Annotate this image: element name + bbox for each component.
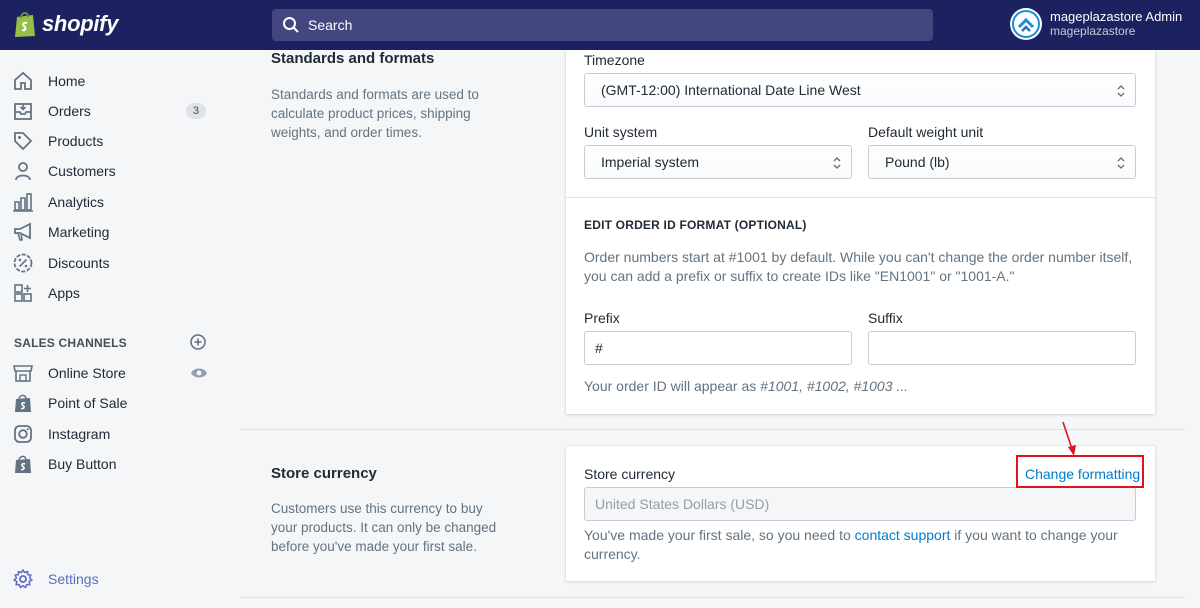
home-icon <box>12 70 34 92</box>
select-arrows-icon <box>833 157 841 169</box>
prefix-input[interactable] <box>584 331 852 365</box>
order-id-help-text: Order numbers start at #1001 by default.… <box>584 249 1133 284</box>
top-bar: shopify mageplazastore Admin mageplazast… <box>0 0 1200 50</box>
select-arrows-icon <box>1117 85 1125 97</box>
unit-system-select[interactable]: Imperial system <box>584 145 852 179</box>
annotation-arrow-icon <box>1062 421 1076 456</box>
sales-channels-heading: SALES CHANNELS <box>14 336 127 350</box>
unit-system-value: Imperial system <box>601 154 700 170</box>
standards-section-description: Standards and formats are used to calcul… <box>271 87 479 140</box>
store-icon <box>12 362 34 384</box>
eye-icon[interactable] <box>190 364 208 382</box>
sidebar-item-apps[interactable]: Apps <box>12 279 212 307</box>
account-menu[interactable]: mageplazastore Admin mageplazastore <box>1010 8 1182 40</box>
instagram-icon <box>12 423 34 445</box>
tag-icon <box>12 130 34 152</box>
sidebar-item-label: Online Store <box>48 365 126 381</box>
store-currency-input: United States Dollars (USD) <box>584 487 1136 521</box>
sidebar-item-marketing[interactable]: Marketing <box>12 218 212 246</box>
sidebar-item-label: Point of Sale <box>48 395 128 411</box>
sidebar-item-label: Buy Button <box>48 456 117 472</box>
section-divider <box>240 429 1185 430</box>
sidebar-item-label: Marketing <box>48 224 110 240</box>
sidebar-item-orders[interactable]: Orders 3 <box>12 97 212 125</box>
account-store: mageplazastore <box>1050 24 1136 38</box>
sidebar-item-products[interactable]: Products <box>12 127 212 155</box>
order-id-preview: Your order ID will appear as #1001, #100… <box>584 377 908 396</box>
megaphone-icon <box>12 221 34 243</box>
gear-icon <box>12 568 34 590</box>
suffix-label: Suffix <box>868 310 903 326</box>
sidebar-item-settings[interactable]: Settings <box>12 565 212 593</box>
weight-unit-select[interactable]: Pound (lb) <box>868 145 1136 179</box>
sidebar-item-label: Discounts <box>48 255 110 271</box>
sidebar-item-label: Products <box>48 133 104 149</box>
standards-section-title: Standards and formats <box>271 50 435 67</box>
standards-card: Timezone (GMT-12:00) International Date … <box>566 50 1155 414</box>
order-id-format-heading: EDIT ORDER ID FORMAT (OPTIONAL) <box>584 218 807 232</box>
currency-help-before: You've made your first sale, so you need… <box>584 527 855 543</box>
currency-section-description: Customers use this currency to buy your … <box>271 501 497 554</box>
store-logo-icon <box>1012 10 1040 38</box>
order-id-preview-values: #1001, #1002, #1003 ... <box>760 378 909 394</box>
shopping-bag-icon <box>12 392 34 414</box>
card-divider <box>566 197 1155 198</box>
sidebar-item-label: Home <box>48 73 86 89</box>
section-divider <box>240 597 1185 598</box>
apps-icon <box>12 282 34 304</box>
contact-support-link[interactable]: contact support <box>855 527 951 543</box>
brand-name: shopify <box>42 11 119 36</box>
sidebar-item-instagram[interactable]: Instagram <box>12 420 212 448</box>
avatar[interactable] <box>1010 8 1042 40</box>
person-icon <box>12 160 34 182</box>
sidebar-item-online-store[interactable]: Online Store <box>12 359 212 387</box>
bar-chart-icon <box>12 191 34 213</box>
search-input[interactable] <box>308 17 908 33</box>
weight-unit-value: Pound (lb) <box>885 154 950 170</box>
select-arrows-icon <box>1117 157 1125 169</box>
sidebar-item-analytics[interactable]: Analytics <box>12 188 212 216</box>
sidebar-item-point-of-sale[interactable]: Point of Sale <box>12 389 212 417</box>
sidebar-item-buy-button[interactable]: Buy Button <box>12 450 212 478</box>
sidebar-item-label: Analytics <box>48 194 105 210</box>
timezone-label: Timezone <box>584 52 645 68</box>
shopify-bag-icon <box>15 12 35 37</box>
add-circle-icon[interactable] <box>189 333 207 351</box>
sidebar-item-label: Apps <box>48 285 80 301</box>
order-id-preview-label: Your order ID will appear as <box>584 378 761 394</box>
sidebar-item-home[interactable]: Home <box>12 67 212 95</box>
shopping-bag-icon <box>12 453 34 475</box>
sidebar-item-label: Customers <box>48 163 116 179</box>
account-name: mageplazastore Admin <box>1050 9 1183 24</box>
sidebar: Home Orders 3 Products Customers Analyti… <box>0 50 240 608</box>
unit-system-label: Unit system <box>584 124 658 140</box>
sidebar-item-label: Orders <box>48 103 91 119</box>
sidebar-item-label: Settings <box>48 571 99 587</box>
store-currency-label: Store currency <box>584 466 676 482</box>
shopify-logo[interactable]: shopify <box>14 10 118 38</box>
orders-icon <box>12 100 34 122</box>
discount-icon <box>12 252 34 274</box>
search-bar[interactable] <box>272 9 933 41</box>
suffix-input[interactable] <box>868 331 1136 365</box>
currency-section-title: Store currency <box>271 465 377 482</box>
orders-count-badge: 3 <box>185 103 206 119</box>
store-currency-value: United States Dollars (USD) <box>595 496 770 512</box>
sidebar-item-customers[interactable]: Customers <box>12 157 212 185</box>
timezone-value: (GMT-12:00) International Date Line West <box>601 82 861 98</box>
currency-help-text: You've made your first sale, so you need… <box>584 526 1124 564</box>
weight-unit-label: Default weight unit <box>868 124 984 140</box>
sidebar-item-label: Instagram <box>48 426 111 442</box>
sidebar-item-discounts[interactable]: Discounts <box>12 249 212 277</box>
timezone-select[interactable]: (GMT-12:00) International Date Line West <box>584 73 1136 107</box>
search-icon <box>283 17 299 33</box>
prefix-label: Prefix <box>584 310 620 326</box>
